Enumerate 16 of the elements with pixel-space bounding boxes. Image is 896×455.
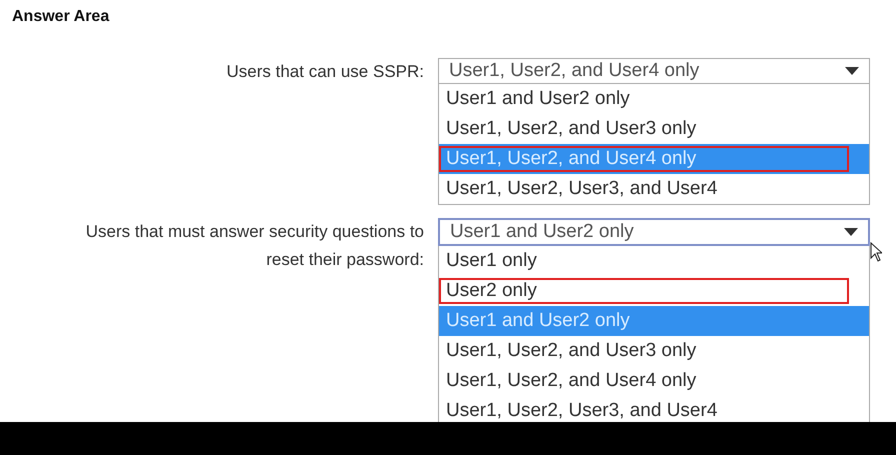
dropdown-option[interactable]: User1, User2, and User3 only [439, 114, 869, 144]
dropdown-option[interactable]: User1, User2, and User4 only [439, 366, 869, 396]
dropdown-option[interactable]: User1 only [439, 246, 869, 276]
answer-area-title: Answer Area [11, 7, 110, 27]
dropdown-option[interactable]: User1, User2, and User3 only [439, 336, 869, 366]
dropdown[interactable]: User1 and User2 only [438, 218, 870, 246]
caret-icon [844, 228, 858, 236]
mouse-cursor-icon [870, 242, 882, 262]
question-label: Users that must answer security questions to reset their password: [84, 221, 425, 271]
question-label: Users that can use SSPR: [226, 61, 425, 83]
dropdown-option[interactable]: User1, User2, User3, and User4 [439, 174, 869, 204]
dropdown-option[interactable]: User2 only [439, 276, 869, 306]
dropdown[interactable]: User1, User2, and User4 only [438, 58, 870, 84]
caret-icon [845, 67, 859, 75]
dropdown-option[interactable]: User1, User2, User3, and User4 [439, 396, 869, 422]
dropdown-option[interactable]: User1 and User2 only [439, 84, 869, 114]
